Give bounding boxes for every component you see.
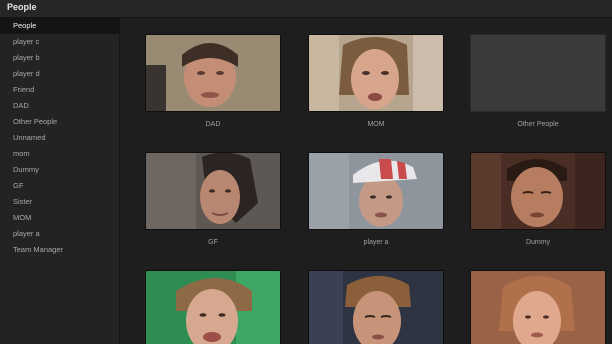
face-thumbnail[interactable] <box>470 270 606 344</box>
sidebar-item-unnamed[interactable]: Unnamed <box>0 130 119 146</box>
sidebar-item-team-manager[interactable]: Team Manager <box>0 242 119 258</box>
sidebar-item-mom-upper[interactable]: MOM <box>0 210 119 226</box>
face-thumbnail[interactable] <box>308 34 444 112</box>
sidebar-item-gf[interactable]: GF <box>0 178 119 194</box>
title-bar: People <box>0 0 612 18</box>
tile-caption: Other People <box>517 121 559 128</box>
window-title: People <box>7 2 37 12</box>
face-thumbnail[interactable] <box>145 152 281 230</box>
sidebar: People player c player b player d Friend… <box>0 18 120 344</box>
sidebar-item-sister[interactable]: Sister <box>0 194 119 210</box>
sidebar-item-other-people[interactable]: Other People <box>0 114 119 130</box>
person-tile-row3-2[interactable] <box>308 270 444 344</box>
sidebar-item-player-a[interactable]: player a <box>0 226 119 242</box>
face-thumbnail[interactable] <box>308 152 444 230</box>
tile-caption: GF <box>208 239 218 246</box>
sidebar-item-people[interactable]: People <box>0 18 119 34</box>
person-tile-row3-1[interactable] <box>145 270 281 344</box>
sidebar-item-player-d[interactable]: player d <box>0 66 119 82</box>
person-tile-player-a[interactable]: player a <box>308 152 444 246</box>
sidebar-item-friend[interactable]: Friend <box>0 82 119 98</box>
tile-caption: Dummy <box>525 239 551 246</box>
sidebar-item-dad[interactable]: DAD <box>0 98 119 114</box>
sidebar-item-player-b[interactable]: player b <box>0 50 119 66</box>
person-tile-row3-3[interactable] <box>470 270 606 344</box>
sidebar-item-mom-lower[interactable]: mom <box>0 146 119 162</box>
face-thumbnail[interactable] <box>145 34 281 112</box>
person-tile-mom[interactable]: MOM <box>308 34 444 128</box>
person-tile-gf[interactable]: GF <box>145 152 281 246</box>
sidebar-item-dummy[interactable]: Dummy <box>0 162 119 178</box>
empty-thumbnail[interactable] <box>470 34 606 112</box>
person-tile-other-people[interactable]: Other People <box>470 34 606 128</box>
tile-caption: DAD <box>205 121 221 128</box>
tile-caption: player a <box>363 239 389 246</box>
people-grid: DAD MOM Other People GF player a Dummy <box>120 18 612 344</box>
person-tile-dad[interactable]: DAD <box>145 34 281 128</box>
face-thumbnail[interactable] <box>145 270 281 344</box>
face-thumbnail[interactable] <box>308 270 444 344</box>
sidebar-item-player-c[interactable]: player c <box>0 34 119 50</box>
person-tile-dummy[interactable]: Dummy <box>470 152 606 246</box>
tile-caption: MOM <box>367 121 385 128</box>
face-thumbnail[interactable] <box>470 152 606 230</box>
